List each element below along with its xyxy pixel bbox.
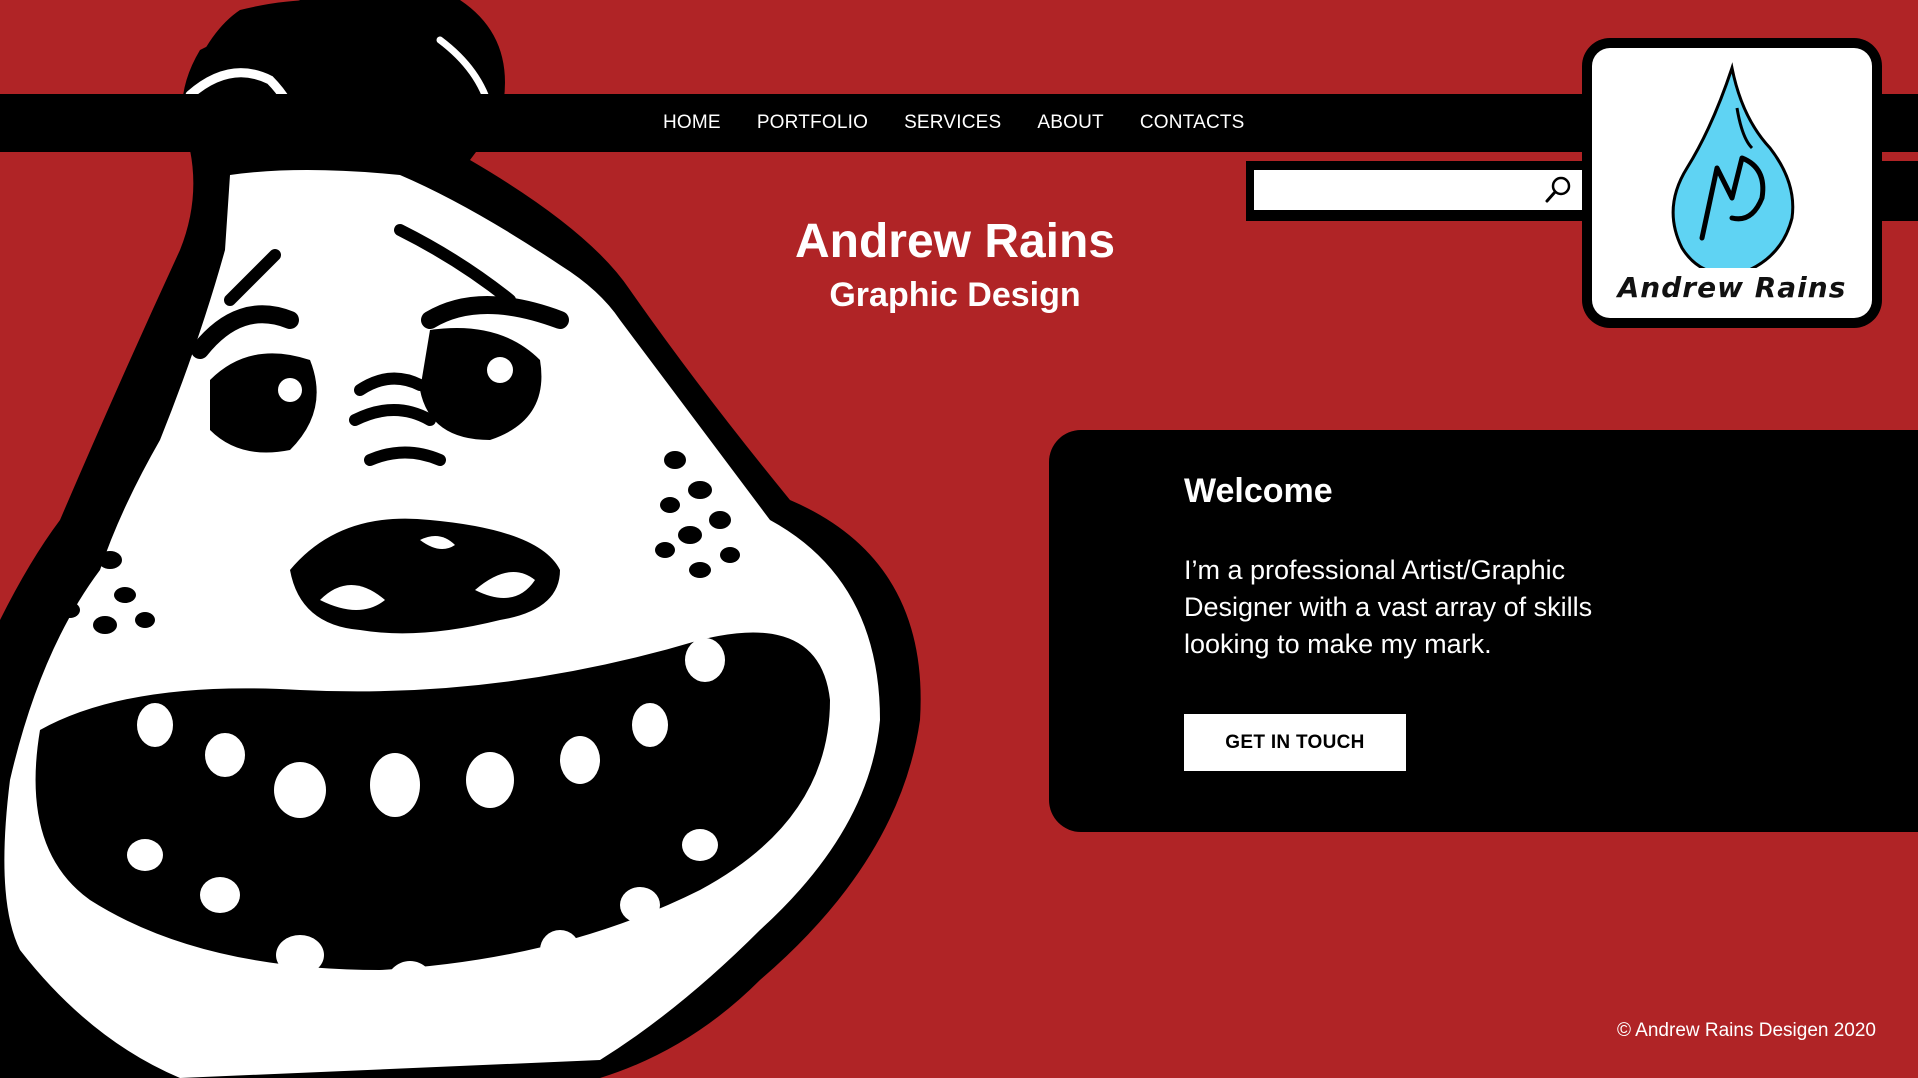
- search-button[interactable]: [1538, 172, 1578, 208]
- get-in-touch-button[interactable]: GET IN TOUCH: [1184, 714, 1406, 771]
- welcome-body: I’m a professional Artist/Graphic Design…: [1184, 555, 1593, 659]
- logo-inner: Andrew Rains: [1592, 48, 1872, 318]
- nav-item-home[interactable]: HOME: [663, 112, 721, 134]
- hero-subtitle: Graphic Design: [829, 276, 1081, 314]
- nav-item-portfolio[interactable]: PORTFOLIO: [757, 112, 868, 134]
- logo-text: Andrew Rains: [1617, 271, 1847, 304]
- nav-item-about[interactable]: ABOUT: [1037, 112, 1103, 134]
- water-drop-logo-icon: [1671, 62, 1795, 268]
- logo[interactable]: Andrew Rains: [1582, 38, 1882, 328]
- mascot-illustration: [0, 0, 921, 1078]
- welcome-title: Welcome: [1184, 472, 1333, 510]
- footer-copyright: © Andrew Rains Desigen 2020: [1616, 1020, 1876, 1041]
- search-icon: [1545, 176, 1571, 203]
- nav-item-services[interactable]: SERVICES: [904, 112, 1001, 134]
- hero-title: Andrew Rains: [794, 215, 1116, 268]
- search-input[interactable]: [1254, 170, 1582, 210]
- main-nav: HOME PORTFOLIO SERVICES ABOUT CONTACTS: [663, 94, 1281, 152]
- nav-item-contacts[interactable]: CONTACTS: [1140, 112, 1245, 134]
